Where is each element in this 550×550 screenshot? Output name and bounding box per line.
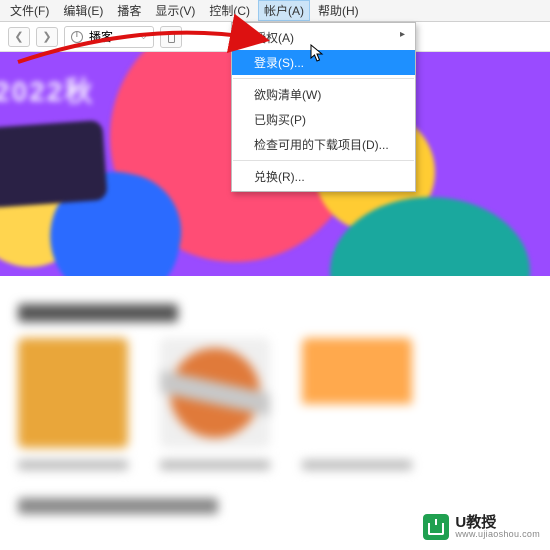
tile-item[interactable] — [160, 338, 270, 448]
menu-file[interactable]: 文件(F) — [4, 0, 55, 21]
menu-control[interactable]: 控制(C) — [203, 0, 256, 21]
dd-signin[interactable]: 登录(S)... — [232, 50, 415, 75]
dd-authorize[interactable]: 授权(A) — [232, 25, 415, 50]
section-heading — [18, 304, 178, 322]
account-dropdown: 授权(A) 登录(S)... 欲购清单(W) 已购买(P) 检查可用的下载项目(… — [231, 22, 416, 192]
library-picker[interactable]: 播客 ⌵ — [64, 26, 154, 48]
menubar: 文件(F) 编辑(E) 播客 显示(V) 控制(C) 帐户(A) 帮助(H) — [0, 0, 550, 22]
tile-caption — [302, 460, 412, 470]
banner-shape — [0, 120, 108, 208]
tile-item[interactable] — [302, 338, 412, 448]
forward-button[interactable]: ❯ — [36, 27, 58, 47]
dd-check-downloads[interactable]: 检查可用的下载项目(D)... — [232, 132, 415, 157]
tile-item[interactable] — [18, 338, 128, 448]
menu-podcast[interactable]: 播客 — [111, 0, 147, 21]
chevron-left-icon: ❮ — [14, 30, 23, 43]
section-heading — [18, 498, 218, 514]
back-button[interactable]: ❮ — [8, 27, 30, 47]
menu-edit[interactable]: 编辑(E) — [57, 0, 109, 21]
watermark-logo-icon — [423, 514, 449, 540]
podcast-icon — [71, 31, 83, 43]
tile-caption — [160, 460, 270, 470]
device-button[interactable] — [160, 26, 182, 48]
menu-account[interactable]: 帐户(A) — [258, 0, 310, 21]
content-area — [0, 290, 550, 528]
dd-redeem[interactable]: 兑换(R)... — [232, 164, 415, 189]
menu-help[interactable]: 帮助(H) — [312, 0, 365, 21]
tile-caption — [18, 460, 128, 470]
chevron-down-icon: ⌵ — [140, 31, 147, 42]
banner-headline: 2022秋 — [0, 70, 94, 110]
phone-icon — [168, 31, 175, 43]
menu-view[interactable]: 显示(V) — [149, 0, 201, 21]
dd-separator — [233, 160, 414, 161]
watermark-url: www.ujiaoshou.com — [455, 530, 540, 539]
picker-label: 播客 — [89, 28, 113, 45]
dd-separator — [233, 78, 414, 79]
dd-purchased[interactable]: 已购买(P) — [232, 107, 415, 132]
watermark-brand: U教授 — [455, 515, 540, 530]
dd-wishlist[interactable]: 欲购清单(W) — [232, 82, 415, 107]
chevron-right-icon: ❯ — [42, 30, 51, 43]
tiles-row — [18, 338, 532, 448]
watermark: U教授 www.ujiaoshou.com — [423, 514, 540, 540]
